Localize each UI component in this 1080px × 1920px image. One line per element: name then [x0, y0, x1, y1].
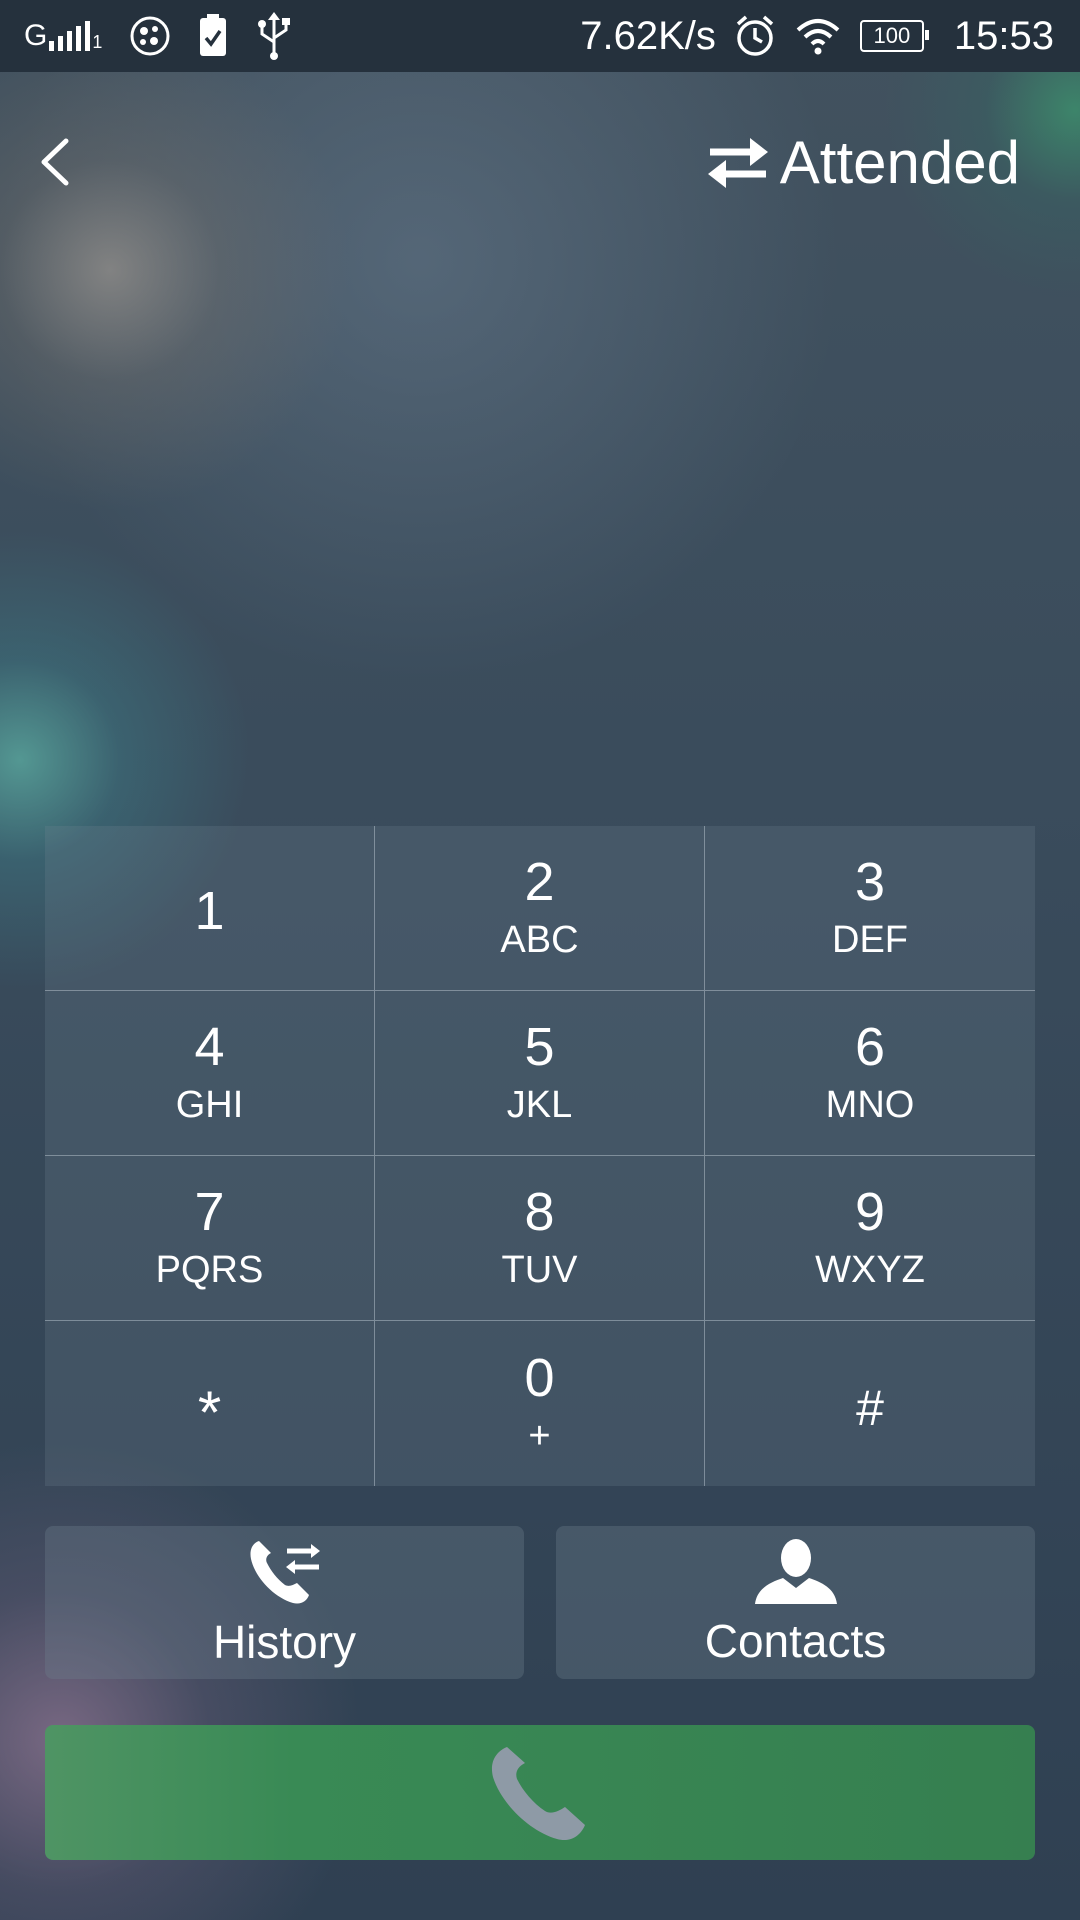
person-icon [754, 1538, 837, 1604]
key-0[interactable]: 0 + [375, 1321, 705, 1486]
key-digit: 9 [854, 1182, 886, 1242]
chevron-left-icon [41, 138, 69, 186]
key-6[interactable]: 6 MNO [705, 991, 1035, 1156]
key-4[interactable]: 4 GHI [45, 991, 375, 1156]
key-digit: 6 [854, 1017, 886, 1077]
key-letters: MNO [825, 1084, 915, 1126]
header: Attended [0, 72, 1080, 247]
back-button[interactable] [30, 127, 90, 197]
key-digit: 5 [524, 1017, 555, 1077]
key-letters: ABC [500, 919, 579, 961]
key-digit: 3 [854, 852, 886, 912]
key-5[interactable]: 5 JKL [375, 991, 705, 1156]
key-1[interactable]: 1 [45, 826, 375, 991]
contacts-label: Contacts [704, 1614, 887, 1667]
phone-transfer-icon [249, 1540, 320, 1604]
key-digit: 2 [524, 852, 555, 912]
key-8[interactable]: 8 TUV [375, 1156, 705, 1321]
key-letters: TUV [501, 1249, 578, 1291]
transfer-arrows-icon [707, 138, 768, 188]
contacts-button[interactable]: Contacts [556, 1526, 1035, 1679]
signal-label: G [24, 19, 48, 52]
status-bar: G 1 7.62K/s 100 15:53 [0, 0, 1080, 72]
key-7[interactable]: 7 PQRS [45, 1156, 375, 1321]
signal-icon: G 1 [24, 19, 102, 53]
key-2[interactable]: 2 ABC [375, 826, 705, 991]
key-star[interactable]: * [45, 1321, 375, 1486]
network-speed: 7.62K/s [580, 13, 716, 58]
battery-level: 100 [873, 23, 911, 48]
key-letters: DEF [832, 919, 908, 961]
transfer-mode-button[interactable]: Attended [706, 117, 1020, 207]
key-digit: 1 [194, 881, 225, 941]
key-digit: * [197, 1378, 222, 1446]
phone-icon [491, 1746, 585, 1840]
key-3[interactable]: 3 DEF [705, 826, 1035, 991]
key-9[interactable]: 9 WXYZ [705, 1156, 1035, 1321]
key-digit: 8 [524, 1182, 555, 1242]
wifi-icon [794, 16, 842, 56]
key-digit: 0 [524, 1347, 555, 1408]
battery-check-icon [198, 14, 228, 58]
key-letters: GHI [175, 1084, 244, 1126]
history-button[interactable]: History [45, 1526, 524, 1679]
key-digit: 4 [194, 1017, 225, 1077]
key-letters: JKL [506, 1084, 573, 1126]
key-digit: 7 [194, 1182, 225, 1242]
key-hash[interactable]: # [705, 1321, 1035, 1486]
alarm-icon [734, 14, 776, 58]
transfer-mode-label: Attended [779, 128, 1020, 196]
dial-keypad: 1 2 ABC 3 DEF 4 GHI 5 JKL 6 MNO 7 PQRS 8… [45, 826, 1035, 1486]
key-letters: PQRS [155, 1249, 264, 1291]
clock: 15:53 [953, 13, 1054, 58]
key-digit: # [856, 1379, 884, 1436]
call-button[interactable] [45, 1725, 1035, 1860]
key-letters: WXYZ [815, 1249, 925, 1291]
usb-icon [254, 12, 294, 60]
key-letters: + [528, 1414, 551, 1457]
history-label: History [212, 1615, 357, 1668]
app-notification-icon [128, 14, 172, 58]
battery-indicator: 100 [859, 20, 929, 52]
sim-slot-label: 1 [92, 32, 103, 52]
